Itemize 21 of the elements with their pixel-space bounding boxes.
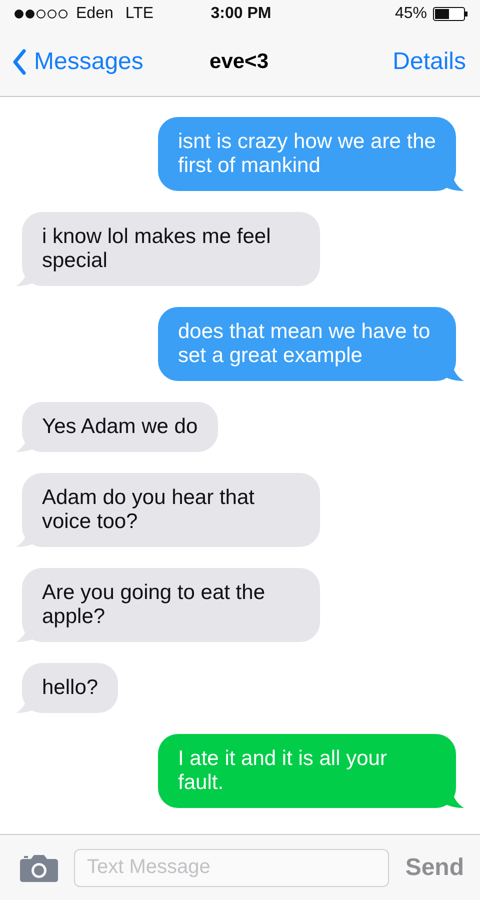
battery-percent: 45% [394, 4, 427, 22]
back-button[interactable]: Messages [12, 48, 144, 76]
back-chevron-icon [12, 48, 26, 74]
message-bubble: isnt is crazy how we are the first of mankind [158, 117, 456, 191]
message-bubble: hello? [22, 663, 118, 713]
message-bubble: Yes Adam we do [22, 402, 218, 452]
network-type: LTE [125, 4, 154, 22]
message-bubble: Are you going to eat the apple? [22, 568, 320, 642]
send-button[interactable]: Send [405, 854, 464, 882]
message-input-field[interactable]: Text Message [74, 848, 390, 886]
message-bubble: I ate it and it is all your fault. [158, 734, 456, 808]
message-bubble: i know lol makes me feel special [22, 212, 320, 286]
conversation-title: eve<3 [210, 50, 268, 74]
signal-strength-icon [14, 8, 70, 18]
message-bubble: does that mean we have to set a great example [158, 307, 456, 381]
clock-time: 3:00 PM [210, 4, 272, 22]
carrier-name: Eden [76, 4, 114, 22]
camera-icon[interactable] [20, 854, 58, 882]
details-button[interactable]: Details [392, 48, 466, 76]
message-bubble: Adam do you hear that voice too? [22, 473, 320, 547]
battery-icon [432, 6, 468, 20]
